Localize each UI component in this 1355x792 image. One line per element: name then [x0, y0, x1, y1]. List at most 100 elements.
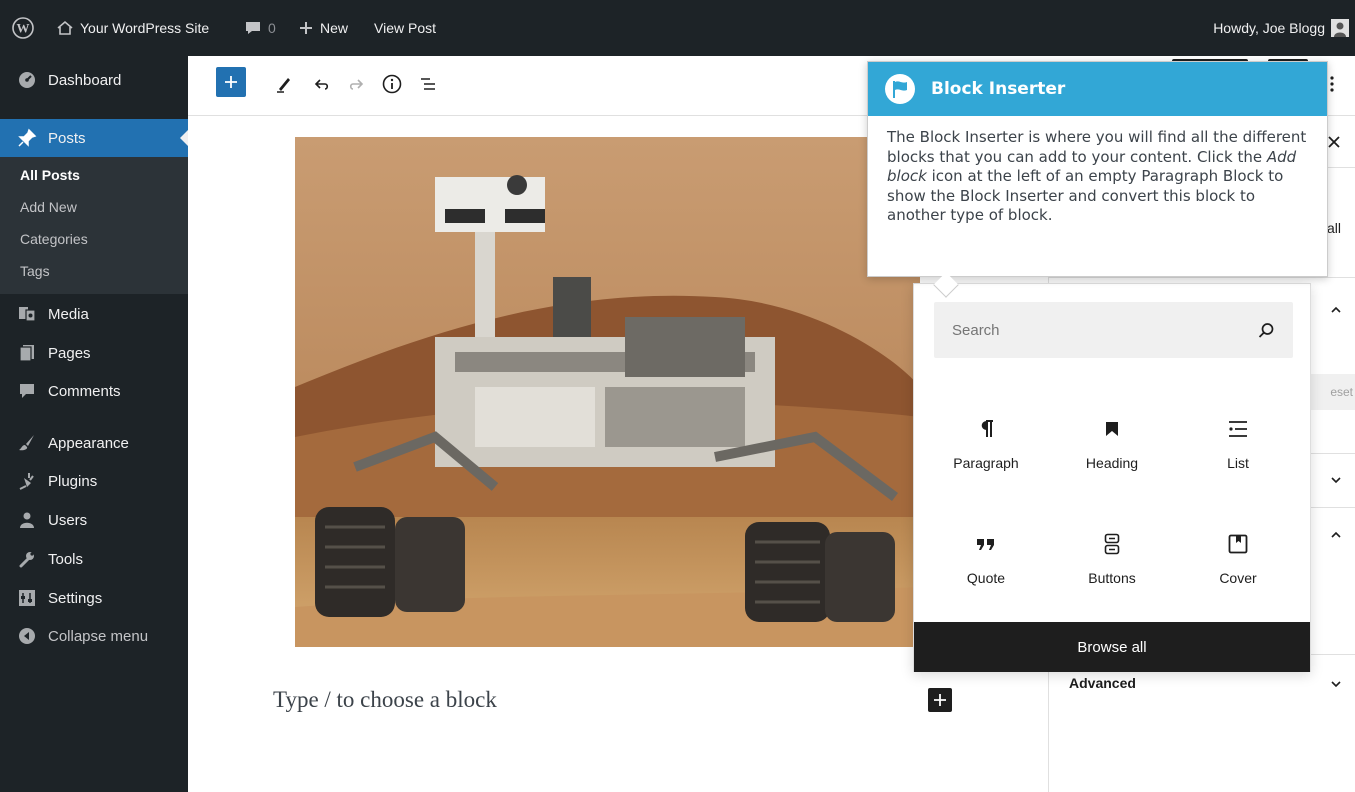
chevron-down-icon[interactable]	[1329, 473, 1343, 487]
browse-all-label: Browse all	[1077, 638, 1147, 656]
block-label: Cover	[1219, 570, 1257, 586]
plus-icon	[298, 20, 314, 36]
block-label: Buttons	[1088, 570, 1136, 586]
block-cover[interactable]: Cover	[1175, 512, 1301, 618]
sidebar-item-label: Users	[48, 511, 88, 529]
redo-icon	[349, 79, 364, 90]
search-icon	[1258, 323, 1274, 338]
quote-icon	[974, 532, 998, 556]
new-label: New	[320, 20, 349, 36]
submenu-categories[interactable]: Categories	[20, 231, 88, 247]
sidebar-item-media[interactable]: Media	[0, 296, 188, 332]
tooltip-header: Block Inserter	[868, 62, 1327, 116]
sidebar-item-comments[interactable]: Comments	[0, 373, 188, 409]
collapse-menu-button[interactable]: Collapse menu	[0, 618, 188, 654]
block-label: Paragraph	[953, 455, 1019, 471]
pages-icon	[17, 343, 37, 363]
undo-button[interactable]	[304, 66, 340, 102]
submenu-add-new[interactable]: Add New	[20, 199, 77, 215]
view-post-label: View Post	[374, 20, 436, 36]
my-account-link[interactable]: Howdy, Joe Blogg	[1213, 0, 1349, 56]
settings-icon	[17, 588, 37, 608]
comments-link[interactable]: 0	[244, 0, 276, 56]
tools-button[interactable]	[266, 66, 302, 102]
pushpin-icon	[17, 128, 37, 148]
users-icon	[17, 510, 37, 530]
submenu-tags[interactable]: Tags	[20, 263, 50, 279]
plus-icon	[225, 76, 237, 88]
sidebar-item-tools[interactable]: Tools	[0, 541, 188, 577]
sidebar-item-label: Dashboard	[48, 71, 122, 89]
admin-bar: W Your WordPress Site 0 New View Post Ho…	[0, 0, 1355, 56]
heading-icon	[1100, 417, 1124, 441]
sidebar-item-users[interactable]: Users	[0, 502, 188, 538]
paragraph-icon	[974, 417, 998, 441]
tooltip-text: The Block Inserter is where you will fin…	[887, 128, 1307, 166]
sidebar-item-label: Plugins	[48, 472, 98, 490]
list-view-button[interactable]	[410, 66, 446, 102]
new-content-link[interactable]: New	[298, 0, 348, 56]
comment-count: 0	[268, 20, 276, 36]
browse-all-button[interactable]: Browse all	[914, 622, 1310, 672]
view-post-link[interactable]: View Post	[374, 0, 436, 56]
admin-sidebar: Dashboard Posts All Posts Add New Catego…	[0, 56, 188, 792]
sidebar-item-appearance[interactable]: Appearance	[0, 425, 188, 461]
block-search	[934, 302, 1293, 358]
add-block-button[interactable]	[216, 67, 246, 97]
undo-icon	[314, 79, 329, 90]
chevron-up-icon[interactable]	[1329, 303, 1343, 317]
tooltip-title: Block Inserter	[931, 79, 1066, 99]
panel-fragment-all: all	[1327, 220, 1342, 236]
sidebar-item-settings[interactable]: Settings	[0, 580, 188, 616]
home-icon	[56, 19, 74, 37]
close-settings-button[interactable]	[1327, 135, 1341, 149]
sidebar-item-label: Pages	[48, 344, 91, 362]
sidebar-item-label: Comments	[48, 382, 121, 400]
submenu-all-posts[interactable]: All Posts	[20, 167, 80, 183]
block-paragraph[interactable]: Paragraph	[923, 397, 1049, 503]
plugin-icon	[17, 471, 37, 491]
block-list[interactable]: List	[1175, 397, 1301, 503]
dashboard-icon	[17, 70, 37, 90]
comments-icon	[17, 381, 37, 401]
avatar	[1331, 19, 1349, 37]
tooltip-text: icon at the left of an empty Paragraph B…	[887, 167, 1284, 224]
plus-icon	[934, 694, 946, 706]
collapse-arrow-icon	[17, 626, 37, 646]
sidebar-item-label: Posts	[48, 129, 86, 147]
paragraph-placeholder[interactable]: Type / to choose a block	[273, 687, 497, 713]
reset-label: eset	[1330, 385, 1353, 399]
redo-button[interactable]	[338, 66, 374, 102]
block-buttons[interactable]: Buttons	[1049, 512, 1175, 618]
sidebar-item-posts[interactable]: Posts	[0, 119, 188, 157]
svg-text:W: W	[17, 21, 30, 36]
site-name-link[interactable]: Your WordPress Site	[56, 0, 209, 56]
sidebar-item-label: Tools	[48, 550, 84, 568]
block-quote[interactable]: Quote	[923, 512, 1049, 618]
rover-image[interactable]	[295, 137, 920, 647]
block-heading[interactable]: Heading	[1049, 397, 1175, 503]
advanced-panel-title[interactable]: Advanced	[1069, 675, 1136, 691]
chevron-up-icon[interactable]	[1329, 528, 1343, 542]
block-label: List	[1227, 455, 1249, 471]
wordpress-logo-icon[interactable]: W	[12, 0, 34, 56]
inline-add-block-button[interactable]	[928, 688, 952, 712]
reset-button[interactable]: eset	[1307, 374, 1355, 410]
greeting: Howdy, Joe Blogg	[1213, 20, 1325, 36]
details-button[interactable]	[374, 66, 410, 102]
close-icon	[1328, 136, 1340, 148]
block-inserter: Paragraph Heading List Quote Buttons Cov…	[913, 283, 1311, 672]
paintbrush-icon	[17, 433, 37, 453]
sidebar-item-plugins[interactable]: Plugins	[0, 463, 188, 499]
vertical-ellipsis-icon	[1330, 76, 1334, 92]
sidebar-item-dashboard[interactable]: Dashboard	[0, 62, 188, 98]
sidebar-item-label: Media	[48, 305, 89, 323]
sidebar-item-pages[interactable]: Pages	[0, 335, 188, 371]
media-icon	[17, 304, 37, 324]
chevron-down-icon[interactable]	[1329, 677, 1343, 691]
info-icon	[382, 74, 402, 94]
sidebar-item-label: Appearance	[48, 434, 129, 452]
block-search-input[interactable]	[934, 302, 1254, 358]
buttons-icon	[1100, 532, 1124, 556]
pencil-icon	[277, 78, 290, 93]
